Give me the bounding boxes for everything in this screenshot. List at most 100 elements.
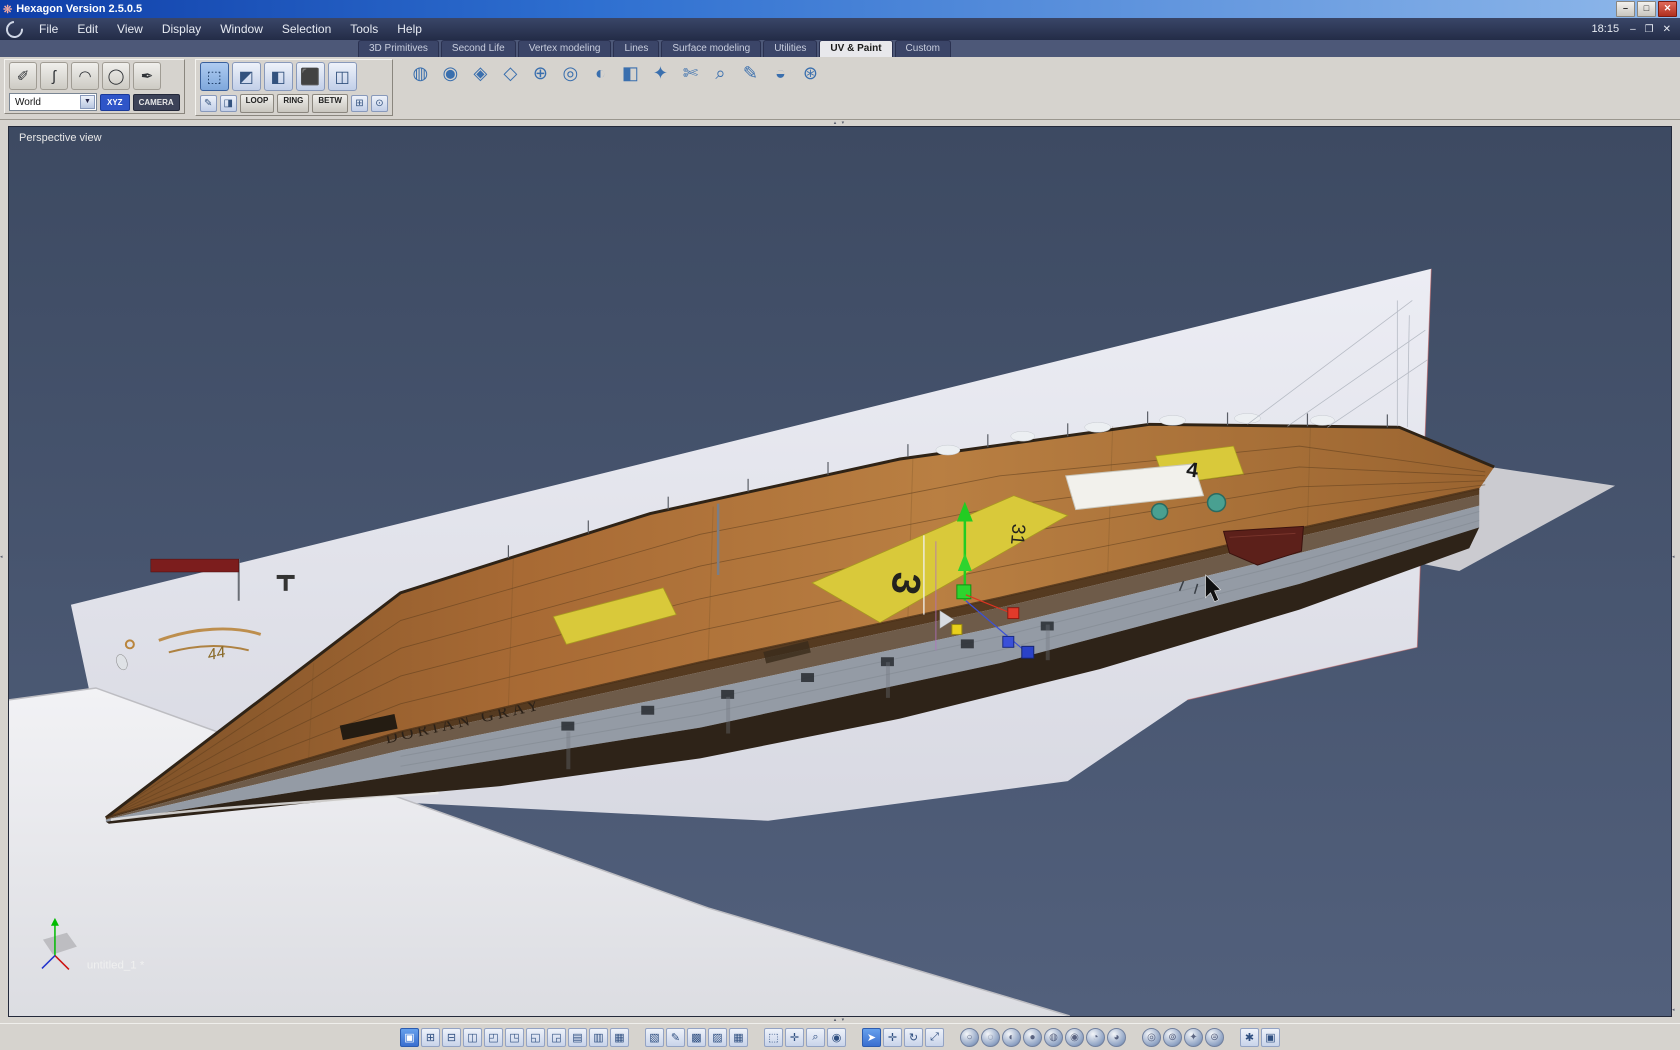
3d-scene[interactable]: DORIAN GRAY 44 xyxy=(9,127,1671,1016)
marquee-zoom-icon[interactable]: ⬚ xyxy=(764,1028,783,1047)
tab-uv-paint[interactable]: UV & Paint xyxy=(819,40,892,57)
smooth-shading-icon[interactable]: ● xyxy=(1023,1028,1042,1047)
shrink-selection-icon[interactable]: ⊙ xyxy=(371,95,388,112)
eye-icon[interactable]: ◉ xyxy=(827,1028,846,1047)
tab-custom[interactable]: Custom xyxy=(895,40,951,57)
gizmo-yellow-handle[interactable] xyxy=(952,625,962,635)
menu-tools[interactable]: Tools xyxy=(342,19,386,39)
render-settings-icon[interactable]: ✱ xyxy=(1240,1028,1259,1047)
transparent-shading-icon[interactable]: ◔ xyxy=(1086,1028,1105,1047)
tab-3d-primitives[interactable]: 3D Primitives xyxy=(358,40,439,57)
uv-editor-icon[interactable]: ▧ xyxy=(645,1028,664,1047)
tab-utilities[interactable]: Utilities xyxy=(763,40,817,57)
select-faces-mode-icon[interactable]: ◧ xyxy=(264,62,293,91)
ring-selection-button[interactable]: RING xyxy=(277,94,309,113)
textured-shading-icon[interactable]: ◍ xyxy=(1044,1028,1063,1047)
backface-shading-icon[interactable]: ◕ xyxy=(1107,1028,1126,1047)
gizmo-red-handle[interactable] xyxy=(1008,608,1019,619)
view-custom-icon[interactable]: ▦ xyxy=(610,1028,629,1047)
uv-view-icon[interactable]: ⌕ xyxy=(707,60,734,86)
uv-sphere-icon[interactable]: ◍ xyxy=(407,60,434,86)
view-three-left-icon[interactable]: ◰ xyxy=(484,1028,503,1047)
view-three-top-icon[interactable]: ◱ xyxy=(526,1028,545,1047)
flat-shading-icon[interactable]: ◐ xyxy=(1002,1028,1021,1047)
gizmo-blue-handle-2[interactable] xyxy=(1022,646,1034,658)
doc-restore-button[interactable]: ❐ xyxy=(1642,24,1657,35)
gizmo-green-handle[interactable] xyxy=(957,585,971,599)
menu-display[interactable]: Display xyxy=(154,19,209,39)
perspective-viewport[interactable]: Perspective view xyxy=(8,126,1672,1017)
mirror-icon[interactable]: ⊜ xyxy=(1205,1028,1224,1047)
unfold-uv-icon[interactable]: ◧ xyxy=(617,60,644,86)
highlight-icon[interactable]: ✦ xyxy=(1184,1028,1203,1047)
select-points-mode-icon[interactable]: ⬚ xyxy=(200,62,229,91)
doc-minimize-button[interactable]: – xyxy=(1627,24,1639,35)
cut-seam-icon[interactable]: ✄ xyxy=(677,60,704,86)
checker-blue-icon[interactable]: ▨ xyxy=(708,1028,727,1047)
view-one-two-icon[interactable]: ▤ xyxy=(568,1028,587,1047)
face-fill-icon[interactable]: ◨ xyxy=(220,95,237,112)
wireframe-shading-icon[interactable]: ○ xyxy=(960,1028,979,1047)
rotate-tool-icon[interactable]: ↻ xyxy=(904,1028,923,1047)
textured-wire-shading-icon[interactable]: ◉ xyxy=(1065,1028,1084,1047)
between-selection-button[interactable]: BETW xyxy=(312,94,348,113)
paint-editor-icon[interactable]: ✎ xyxy=(666,1028,685,1047)
gizmo-blue-handle-1[interactable] xyxy=(1003,636,1014,647)
ambient-icon[interactable]: ⊚ xyxy=(1163,1028,1182,1047)
paint-bucket-icon[interactable]: ◒ xyxy=(767,60,794,86)
edge-pencil-icon[interactable]: ✎ xyxy=(200,95,217,112)
menu-help[interactable]: Help xyxy=(389,19,430,39)
move-tool-icon[interactable]: ✛ xyxy=(883,1028,902,1047)
select-object-mode-icon[interactable]: ⬛ xyxy=(296,62,325,91)
minimize-button[interactable]: – xyxy=(1616,1,1635,17)
hidden-line-shading-icon[interactable]: ◌ xyxy=(981,1028,1000,1047)
pin-uv-icon[interactable]: ✦ xyxy=(647,60,674,86)
arc-tool-icon[interactable]: ◠ xyxy=(71,62,99,90)
view-two-one-icon[interactable]: ▥ xyxy=(589,1028,608,1047)
checker-green-icon[interactable]: ▦ xyxy=(729,1028,748,1047)
view-two-v-icon[interactable]: ◫ xyxy=(463,1028,482,1047)
pan-icon[interactable]: ✛ xyxy=(785,1028,804,1047)
pen-tool-icon[interactable]: ✒ xyxy=(133,62,161,90)
texture-paint-icon[interactable]: ⊛ xyxy=(797,60,824,86)
menu-selection[interactable]: Selection xyxy=(274,19,339,39)
uv-cube-icon[interactable]: ◇ xyxy=(497,60,524,86)
view-two-h-icon[interactable]: ⊟ xyxy=(442,1028,461,1047)
menu-file[interactable]: File xyxy=(31,19,66,39)
scale-tool-icon[interactable]: ⤢ xyxy=(925,1028,944,1047)
knife-tool-icon[interactable]: ✐ xyxy=(9,62,37,90)
loop-selection-button[interactable]: LOOP xyxy=(240,94,275,113)
menu-edit[interactable]: Edit xyxy=(69,19,106,39)
view-quad-icon[interactable]: ⊞ xyxy=(421,1028,440,1047)
close-button[interactable]: ✕ xyxy=(1658,1,1677,17)
camera-icon[interactable]: ▣ xyxy=(1261,1028,1280,1047)
spherical-projection-icon[interactable]: ⊕ xyxy=(527,60,554,86)
tab-vertex-modeling[interactable]: Vertex modeling xyxy=(518,40,612,57)
tab-lines[interactable]: Lines xyxy=(613,40,659,57)
camera-space-button[interactable]: CAMERA xyxy=(133,94,180,111)
maximize-button[interactable]: □ xyxy=(1637,1,1656,17)
planar-projection-icon[interactable]: ◐ xyxy=(587,60,614,86)
checker-red-icon[interactable]: ▩ xyxy=(687,1028,706,1047)
ellipse-tool-icon[interactable]: ◯ xyxy=(102,62,130,90)
cylindrical-projection-icon[interactable]: ◎ xyxy=(557,60,584,86)
view-three-bottom-icon[interactable]: ◲ xyxy=(547,1028,566,1047)
paint-brush-icon[interactable]: ✎ xyxy=(737,60,764,86)
xyz-axes-button[interactable]: XYZ xyxy=(100,94,130,111)
zoom-icon[interactable]: ⌕ xyxy=(806,1028,825,1047)
select-edges-mode-icon[interactable]: ◩ xyxy=(232,62,261,91)
world-space-select[interactable]: World ▼ xyxy=(9,93,97,111)
tab-second-life[interactable]: Second Life xyxy=(441,40,516,57)
view-three-right-icon[interactable]: ◳ xyxy=(505,1028,524,1047)
curve-tool-icon[interactable]: ʃ xyxy=(40,62,68,90)
select-uv-mode-icon[interactable]: ◫ xyxy=(328,62,357,91)
view-single-icon[interactable]: ▣ xyxy=(400,1028,419,1047)
tab-surface-modeling[interactable]: Surface modeling xyxy=(661,40,761,57)
menu-view[interactable]: View xyxy=(109,19,151,39)
soft-shadow-icon[interactable]: ◎ xyxy=(1142,1028,1161,1047)
pane-splitter-left[interactable]: ◂ xyxy=(0,126,8,1017)
menu-window[interactable]: Window xyxy=(212,19,271,39)
doc-close-button[interactable]: ✕ xyxy=(1660,24,1674,35)
grow-selection-icon[interactable]: ⊞ xyxy=(351,95,368,112)
pane-splitter-right[interactable]: ◂ ◂ xyxy=(1672,126,1680,1017)
